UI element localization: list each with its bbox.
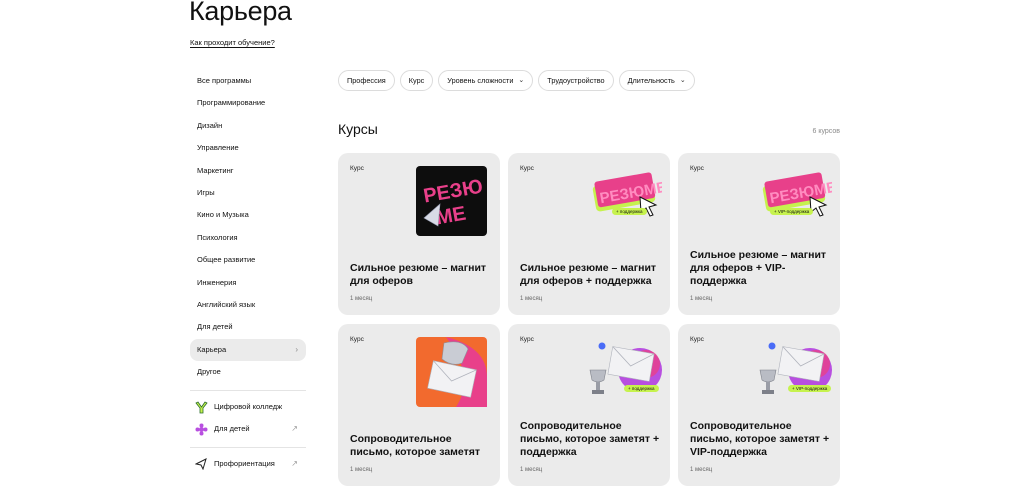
filter-employment[interactable]: Трудоустройство <box>538 70 614 91</box>
course-title: Сильное резюме – магнит для оферов <box>350 262 487 287</box>
filter-label: Курс <box>408 76 425 85</box>
letter-illustration <box>416 337 487 407</box>
course-grid: Курс РЕЗЮ МЕ Сильное резюме – магнит для… <box>338 153 840 486</box>
filter-profession[interactable]: Профессия <box>338 70 395 91</box>
course-type-badge: Курс <box>350 336 364 343</box>
sidebar-item-programming[interactable]: Программирование <box>190 92 306 114</box>
sidebar-item-film-music[interactable]: Кино и Музыка <box>190 204 306 226</box>
paper-plane-icon <box>194 457 208 471</box>
chevron-right-icon: › <box>295 344 298 354</box>
chevron-down-icon: ⌄ <box>679 77 686 84</box>
college-icon <box>194 400 208 414</box>
filter-label: Длительность <box>627 76 675 85</box>
sidebar-link-career-guidance[interactable]: Профориентация ↗ <box>190 453 306 475</box>
sticker-label: + VIP-поддержка <box>770 208 814 215</box>
filter-duration[interactable]: Длительность ⌄ <box>618 70 695 91</box>
sidebar-link-label: Для детей <box>214 424 250 434</box>
sticker-label: + поддержка <box>624 385 659 392</box>
sidebar-item-engineering[interactable]: Инженерия <box>190 272 306 294</box>
section-title: Курсы <box>338 121 378 137</box>
sidebar-item-management[interactable]: Управление <box>190 137 306 159</box>
course-card[interactable]: Курс РЕЗЮМЕ + VIP-поддержка Сильное резю… <box>678 153 840 315</box>
course-title: Сопроводительное письмо, которое заметят <box>350 433 481 458</box>
course-card[interactable]: Курс + VIP-поддержка Сопроводительное пи… <box>678 324 840 486</box>
sidebar-link-label: Профориентация <box>214 459 275 469</box>
course-count: 6 курсов <box>812 128 840 135</box>
sidebar-item-general[interactable]: Общее развитие <box>190 249 306 271</box>
how-learning-works-link[interactable]: Как проходит обучение? <box>190 38 275 47</box>
sidebar-link-label: Цифровой колледж <box>214 402 283 412</box>
sidebar-item-other[interactable]: Другое <box>190 361 306 383</box>
sidebar-link-digital-college[interactable]: Цифровой колледж <box>190 396 306 418</box>
sticker-label: + поддержка <box>612 208 647 215</box>
chevron-down-icon: ⌄ <box>518 77 525 84</box>
sidebar-item-kids[interactable]: Для детей <box>190 316 306 338</box>
sidebar-item-english[interactable]: Английский язык <box>190 294 306 316</box>
sidebar-item-psychology[interactable]: Психология <box>190 227 306 249</box>
resume-sticker-illustration: РЕЗЮМЕ <box>760 171 838 223</box>
sidebar-item-games[interactable]: Игры <box>190 182 306 204</box>
sidebar: Все программы Программирование Дизайн Уп… <box>190 70 306 475</box>
course-card[interactable]: Курс РЕЗЮМЕ + поддержка Сильное резюме –… <box>508 153 670 315</box>
course-title: Сопроводительное письмо, которое заметят… <box>520 420 660 458</box>
course-duration: 1 месяц <box>350 296 373 302</box>
course-duration: 1 месяц <box>520 296 543 302</box>
sidebar-item-label: Карьера <box>197 344 227 354</box>
filter-difficulty[interactable]: Уровень сложности ⌄ <box>438 70 534 91</box>
course-title: Сильное резюме – магнит для оферов + под… <box>520 262 657 287</box>
sidebar-item-design[interactable]: Дизайн <box>190 115 306 137</box>
course-card[interactable]: Курс + поддержка Сопроводительное письмо… <box>508 324 670 486</box>
filter-bar: Профессия Курс Уровень сложности ⌄ Трудоу… <box>338 70 695 91</box>
course-type-badge: Курс <box>520 336 534 343</box>
course-duration: 1 месяц <box>350 467 373 473</box>
course-title: Сопроводительное письмо, которое заметят… <box>690 420 830 458</box>
page-title: Карьера <box>189 0 292 26</box>
sticker-label: + VIP-поддержка <box>788 385 832 392</box>
sidebar-item-career[interactable]: Карьера › <box>190 338 306 362</box>
course-type-badge: Курс <box>690 165 704 172</box>
filter-label: Трудоустройство <box>547 76 605 85</box>
course-card[interactable]: Курс Сопроводительное письмо, которое за… <box>338 324 500 486</box>
course-type-badge: Курс <box>690 336 704 343</box>
sidebar-link-kids[interactable]: Для детей ↗ <box>190 418 306 440</box>
sidebar-divider <box>190 447 306 449</box>
course-card[interactable]: Курс РЕЗЮ МЕ Сильное резюме – магнит для… <box>338 153 500 315</box>
course-duration: 1 месяц <box>520 467 543 473</box>
filter-label: Профессия <box>347 76 386 85</box>
filter-label: Уровень сложности <box>447 76 514 85</box>
sidebar-divider <box>190 390 306 392</box>
course-duration: 1 месяц <box>690 296 713 302</box>
external-arrow-icon: ↗ <box>291 459 298 469</box>
course-type-badge: Курс <box>350 165 364 172</box>
course-type-badge: Курс <box>520 165 534 172</box>
external-arrow-icon: ↗ <box>291 424 298 434</box>
sidebar-item-all[interactable]: Все программы <box>190 70 306 92</box>
sidebar-item-marketing[interactable]: Маркетинг <box>190 160 306 182</box>
resume-illustration: РЕЗЮ МЕ <box>416 166 487 236</box>
course-title: Сильное резюме – магнит для оферов + VIP… <box>690 249 827 287</box>
kids-icon <box>194 422 208 436</box>
course-duration: 1 месяц <box>690 467 713 473</box>
resume-sticker-illustration: РЕЗЮМЕ <box>590 171 668 223</box>
filter-course[interactable]: Курс <box>399 70 434 91</box>
